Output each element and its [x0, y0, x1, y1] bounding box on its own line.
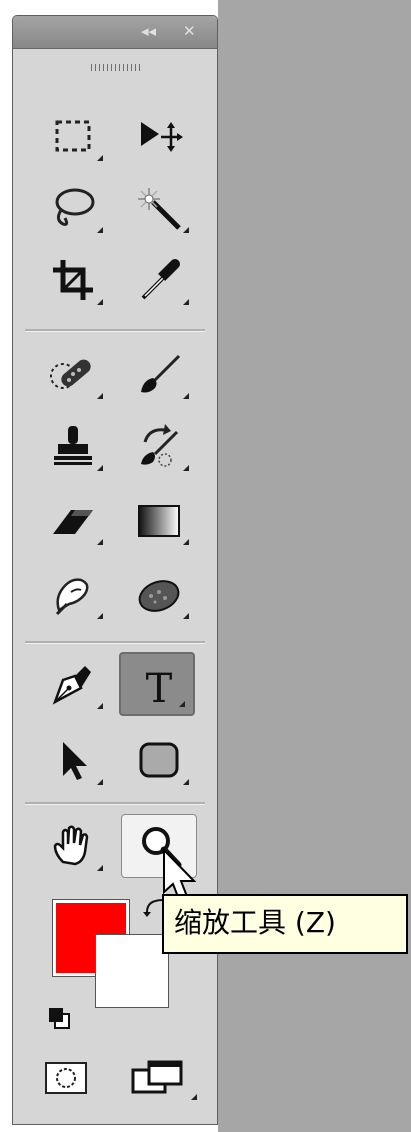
crop-icon — [53, 260, 93, 300]
tool-lasso[interactable] — [35, 176, 111, 240]
screen-mode-icon[interactable] — [129, 1058, 199, 1102]
tools-panel: ◂◂ ✕ T — [12, 15, 218, 1125]
tool-magic-wand[interactable] — [121, 176, 197, 240]
submenu-indicator — [183, 299, 189, 305]
eraser-icon — [53, 510, 93, 534]
quick-mask-icon[interactable] — [43, 1058, 89, 1098]
tool-eyedropper[interactable] — [121, 248, 197, 312]
move-icon — [141, 122, 183, 152]
marquee-icon — [55, 120, 91, 152]
hand-icon — [53, 825, 89, 866]
gradient-icon — [138, 505, 180, 537]
bandage-icon — [50, 359, 91, 389]
eyedropper-icon — [141, 259, 180, 300]
background-color-swatch[interactable] — [95, 934, 169, 1008]
panel-titlebar[interactable]: ◂◂ ✕ — [13, 16, 217, 49]
tool-pen[interactable] — [35, 652, 111, 716]
submenu-indicator — [97, 227, 103, 233]
tool-smudge[interactable] — [35, 562, 111, 626]
magic-wand-icon — [138, 188, 181, 230]
submenu-indicator — [97, 613, 103, 619]
smudge-icon — [55, 578, 89, 616]
tool-sponge[interactable] — [121, 562, 197, 626]
submenu-indicator — [97, 299, 103, 305]
tool-rounded-rectangle[interactable] — [121, 728, 197, 792]
type-icon: T — [146, 666, 173, 710]
tooltip: 缩放工具 (Z) — [162, 894, 408, 954]
submenu-indicator — [97, 779, 103, 785]
tool-gradient[interactable] — [121, 488, 197, 552]
tool-eraser[interactable] — [35, 488, 111, 552]
submenu-indicator — [97, 703, 103, 709]
separator — [25, 329, 205, 332]
submenu-indicator — [179, 701, 185, 707]
sponge-icon — [138, 580, 180, 612]
panel-grip[interactable] — [91, 64, 141, 71]
submenu-indicator — [183, 227, 189, 233]
submenu-indicator — [97, 393, 103, 399]
workspace-background — [218, 0, 411, 1132]
rounded-rect-icon — [139, 742, 179, 778]
default-colors-icon[interactable] — [47, 1006, 73, 1032]
submenu-indicator — [97, 539, 103, 545]
tool-rectangular-marquee[interactable] — [35, 104, 111, 168]
stamp-icon — [54, 426, 92, 465]
submenu-indicator — [183, 613, 189, 619]
separator — [25, 641, 205, 644]
submenu-indicator — [183, 539, 189, 545]
separator — [25, 802, 205, 805]
close-icon[interactable]: ✕ — [183, 22, 196, 40]
history-brush-icon — [141, 424, 179, 467]
brush-icon — [141, 354, 181, 393]
tool-history-brush[interactable] — [121, 414, 197, 478]
tool-hand[interactable] — [35, 814, 111, 878]
collapse-icon[interactable]: ◂◂ — [141, 22, 156, 40]
submenu-indicator — [97, 155, 103, 161]
pen-icon — [52, 666, 91, 705]
tool-crop[interactable] — [35, 248, 111, 312]
submenu-indicator — [97, 465, 103, 471]
submenu-indicator — [183, 779, 189, 785]
submenu-indicator — [97, 865, 103, 871]
tool-type[interactable]: T — [119, 652, 195, 716]
submenu-indicator — [183, 465, 189, 471]
tool-clone-stamp[interactable] — [35, 414, 111, 478]
tool-brush[interactable] — [121, 342, 197, 406]
tool-spot-healing-brush[interactable] — [35, 342, 111, 406]
submenu-indicator — [183, 393, 189, 399]
arrow-icon — [63, 742, 87, 780]
svg-text:T: T — [146, 666, 173, 710]
tool-move[interactable] — [121, 104, 197, 168]
tool-path-selection[interactable] — [35, 728, 111, 792]
lasso-icon — [55, 188, 95, 226]
